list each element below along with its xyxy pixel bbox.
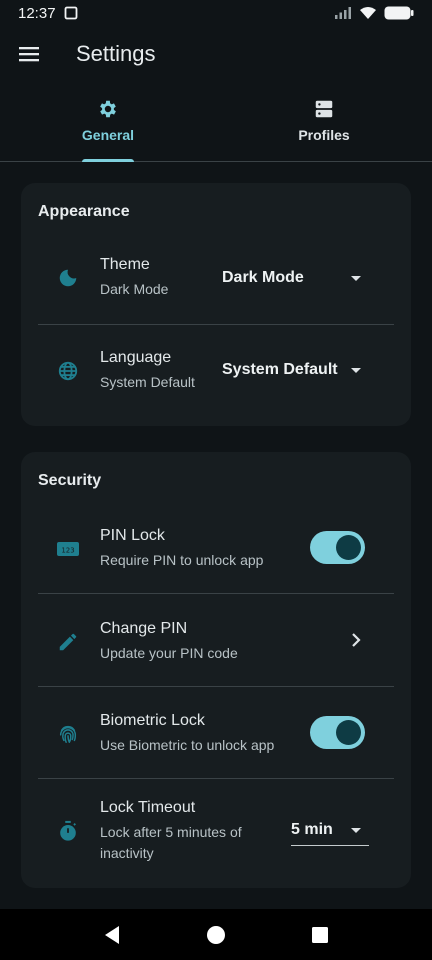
system-navigation-bar bbox=[0, 909, 432, 960]
appearance-card: Appearance Theme Dark Mode Dark Mode Lan… bbox=[21, 183, 411, 426]
back-icon[interactable] bbox=[103, 925, 121, 945]
timer-icon bbox=[54, 817, 82, 845]
home-icon[interactable] bbox=[206, 925, 226, 945]
chevron-right-icon[interactable] bbox=[351, 633, 361, 647]
divider bbox=[38, 686, 394, 687]
active-tab-indicator bbox=[82, 159, 134, 162]
signal-icon bbox=[335, 7, 351, 19]
fingerprint-icon bbox=[54, 720, 82, 748]
svg-text:123: 123 bbox=[61, 547, 74, 555]
language-subtitle: System Default bbox=[100, 374, 195, 390]
page-title: Settings bbox=[76, 41, 156, 66]
language-dropdown[interactable]: System Default bbox=[222, 361, 372, 379]
status-time: 12:37 bbox=[18, 4, 56, 22]
tab-profiles-label: Profiles bbox=[298, 127, 350, 143]
screenshot-notification-icon bbox=[64, 6, 77, 20]
tab-bar: General Profiles bbox=[0, 90, 432, 162]
wifi-icon bbox=[360, 7, 376, 19]
lock-timeout-subtitle: Lock after 5 minutes of inactivity bbox=[100, 823, 242, 861]
tab-profiles[interactable]: Profiles bbox=[216, 90, 432, 161]
theme-dropdown[interactable]: Dark Mode bbox=[222, 269, 362, 287]
dropdown-arrow-icon bbox=[351, 276, 361, 281]
menu-button[interactable] bbox=[0, 26, 58, 82]
dropdown-arrow-icon bbox=[351, 368, 361, 373]
profiles-storage-icon bbox=[315, 100, 333, 118]
divider bbox=[38, 593, 394, 594]
app-bar: Settings bbox=[0, 26, 432, 82]
toggle-knob bbox=[336, 720, 361, 745]
language-dropdown-value: System Default bbox=[222, 361, 338, 378]
toggle-knob bbox=[336, 535, 361, 560]
change-pin-title: Change PIN bbox=[100, 620, 188, 637]
lock-timeout-title: Lock Timeout bbox=[100, 798, 196, 816]
pin-lock-title: PIN Lock bbox=[100, 527, 165, 544]
recents-icon[interactable] bbox=[311, 926, 329, 944]
change-pin-row[interactable]: Change PIN Update your PIN code bbox=[38, 617, 394, 667]
moon-icon bbox=[54, 264, 82, 292]
lock-timeout-value: 5 min bbox=[291, 820, 333, 838]
hamburger-menu-icon bbox=[19, 47, 39, 62]
biometric-lock-title: Biometric Lock bbox=[100, 712, 205, 729]
theme-title: Theme bbox=[100, 256, 150, 273]
theme-subtitle: Dark Mode bbox=[100, 281, 169, 297]
divider bbox=[38, 778, 394, 779]
pencil-edit-icon bbox=[54, 628, 82, 656]
appearance-section-title: Appearance bbox=[38, 203, 130, 220]
language-title: Language bbox=[100, 349, 172, 366]
theme-dropdown-value: Dark Mode bbox=[222, 269, 304, 286]
change-pin-subtitle: Update your PIN code bbox=[100, 645, 238, 661]
pin-icon: 123 bbox=[54, 535, 82, 563]
dropdown-arrow-icon bbox=[351, 828, 361, 833]
tab-general-label: General bbox=[81, 127, 135, 143]
divider bbox=[38, 324, 394, 325]
globe-icon bbox=[54, 357, 82, 385]
pin-lock-toggle[interactable] bbox=[310, 531, 365, 564]
status-bar: 12:37 bbox=[0, 0, 432, 26]
gear-icon bbox=[100, 100, 116, 118]
battery-icon bbox=[384, 6, 414, 20]
tab-general[interactable]: General bbox=[0, 90, 216, 162]
biometric-lock-subtitle: Use Biometric to unlock app bbox=[100, 737, 275, 753]
pin-lock-subtitle: Require PIN to unlock app bbox=[100, 552, 264, 568]
lock-timeout-select[interactable]: 5 min bbox=[291, 814, 369, 846]
biometric-lock-toggle[interactable] bbox=[310, 716, 365, 749]
security-card: Security 123 PIN Lock Require PIN to unl… bbox=[21, 452, 411, 888]
security-section-title: Security bbox=[38, 472, 102, 489]
